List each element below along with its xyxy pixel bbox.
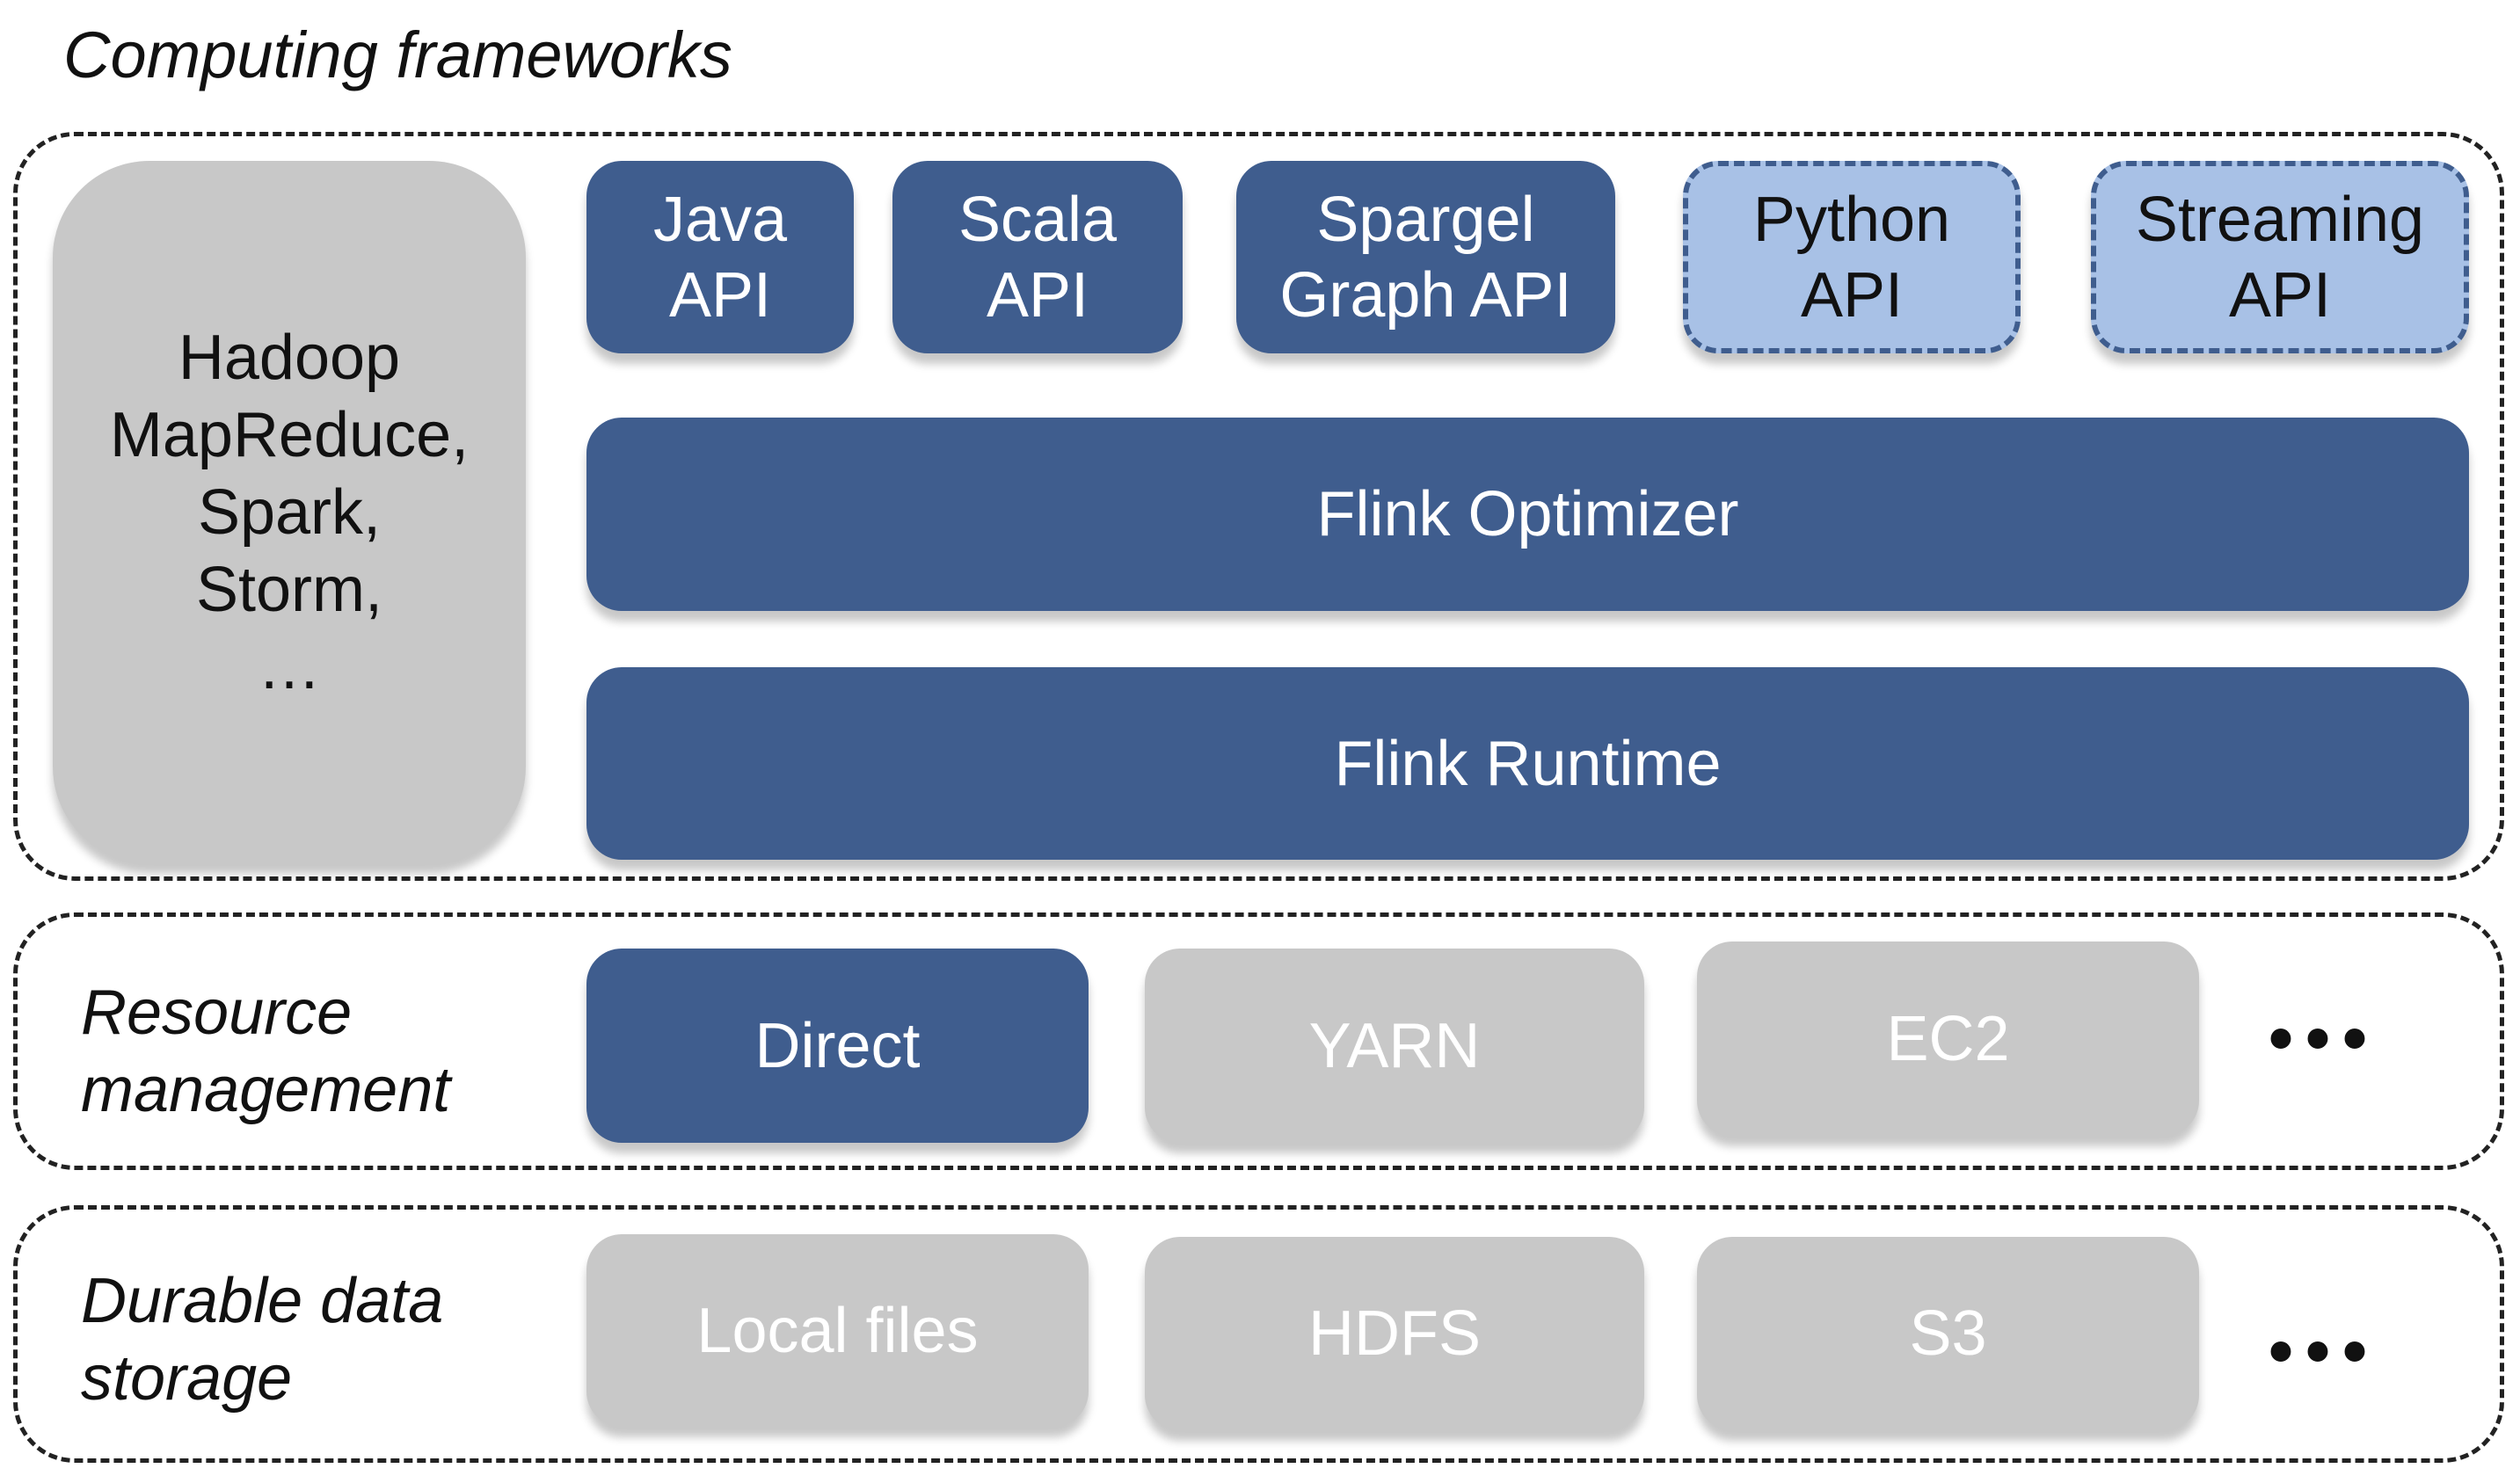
spargel-graph-api-box: Spargel Graph API — [1236, 161, 1615, 353]
computing-frameworks-title: Computing frameworks — [63, 18, 732, 91]
flink-runtime-box: Flink Runtime — [586, 667, 2469, 860]
hdfs-box: HDFS — [1145, 1237, 1644, 1430]
direct-box: Direct — [586, 949, 1089, 1143]
ec2-box: EC2 — [1697, 941, 2199, 1136]
other-frameworks-box: Hadoop MapReduce, Spark, Storm, … — [53, 161, 526, 863]
flink-optimizer-box: Flink Optimizer — [586, 418, 2469, 611]
storage-more-ellipsis: ••• — [2269, 1312, 2380, 1390]
python-api-box: Python API — [1683, 161, 2021, 353]
yarn-box: YARN — [1145, 949, 1644, 1143]
resource-management-label: Resource management — [81, 978, 451, 1125]
scala-api-box: Scala API — [892, 161, 1183, 353]
resource-more-ellipsis: ••• — [2269, 999, 2380, 1077]
s3-box: S3 — [1697, 1237, 2199, 1430]
streaming-api-box: Streaming API — [2091, 161, 2469, 353]
durable-storage-label: Durable data storage — [81, 1266, 444, 1414]
java-api-box: Java API — [586, 161, 854, 353]
local-files-box: Local files — [586, 1234, 1089, 1427]
